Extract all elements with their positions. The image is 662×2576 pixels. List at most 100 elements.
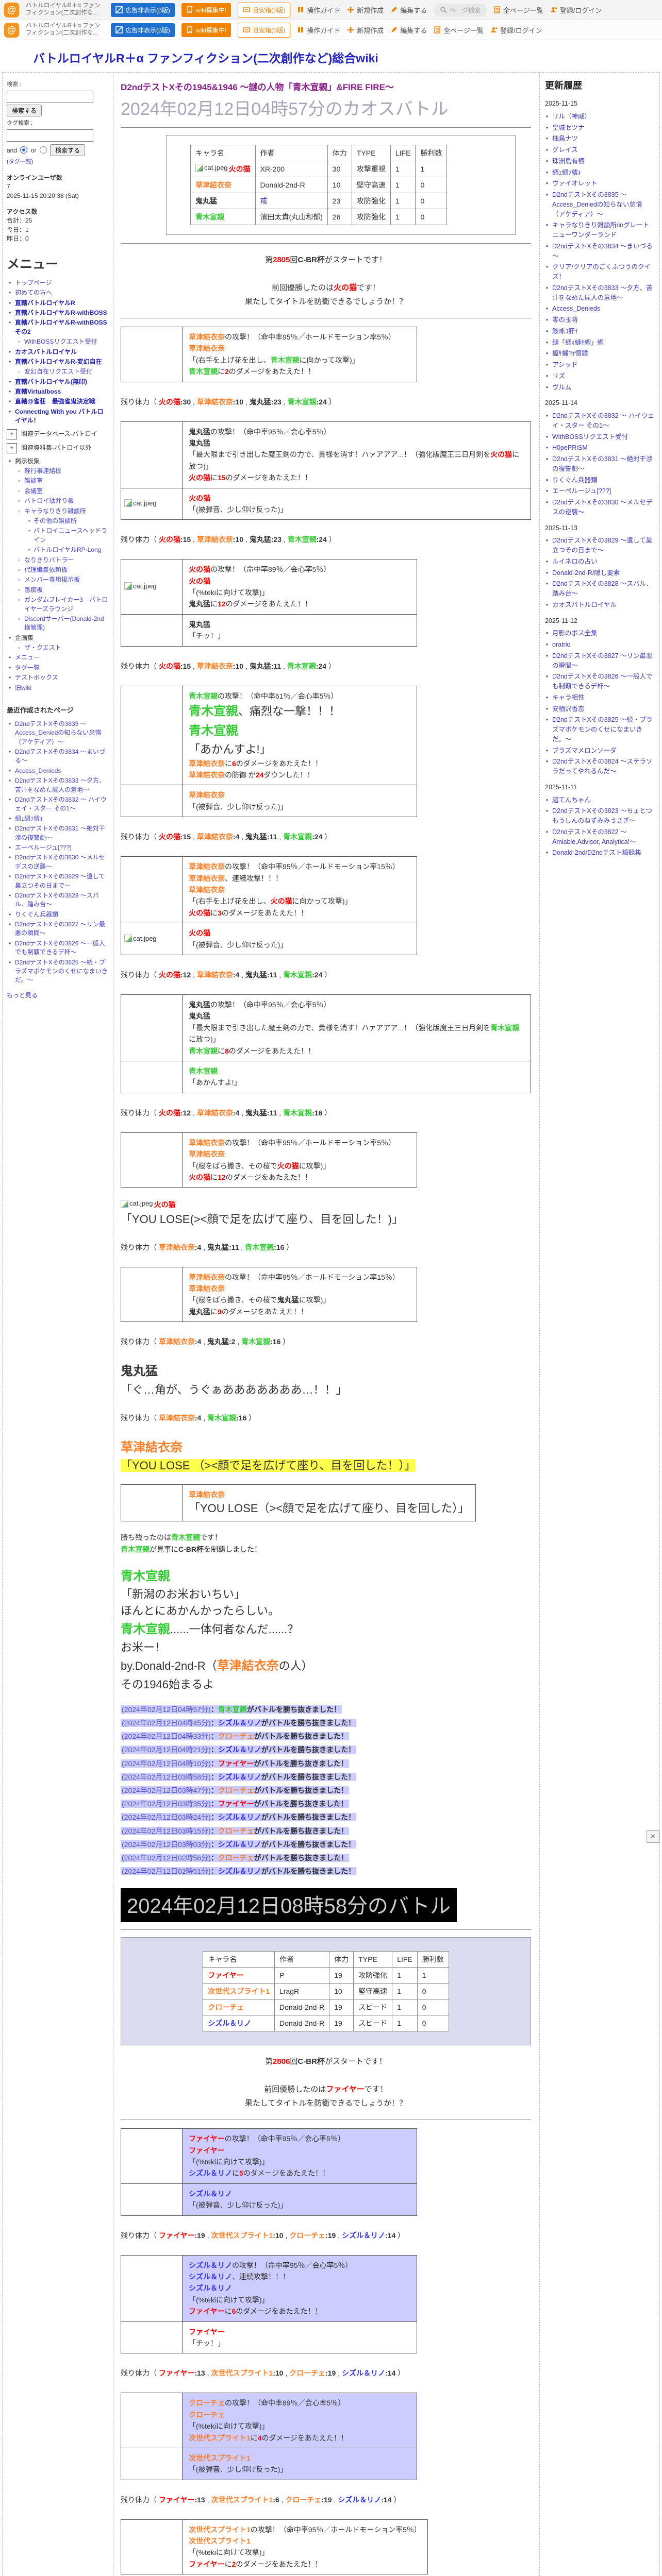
sidebar-menu-item[interactable]: Discordサーバー(Donald-2nd様管理): [7, 615, 109, 633]
update-history-link[interactable]: 鮟咏ｺ肝ｲ: [545, 327, 654, 336]
update-history-link[interactable]: ヴルム: [545, 383, 654, 393]
update-history-link[interactable]: 零の玉将: [545, 315, 654, 325]
page-search-input[interactable]: ページ検索: [434, 3, 487, 16]
update-history-link[interactable]: カオスバトルロイヤル: [545, 600, 654, 610]
header-link-guide[interactable]: 操作ガイド: [297, 25, 340, 35]
recent-page-link[interactable]: エーペルージュ[???]: [7, 843, 109, 853]
update-history-link[interactable]: D2ndテストXその3826 ～一般人でも制覇できるデ杯～: [545, 672, 654, 691]
atwiki-logo[interactable]: @: [4, 2, 19, 18]
sidebar-menu-item[interactable]: メニュー: [7, 653, 109, 663]
update-history-link[interactable]: エーペルージュ[???]: [545, 486, 654, 496]
update-history-link[interactable]: Donald-2nd-R/隠し要素: [545, 568, 654, 578]
ad-close-button[interactable]: ✕: [647, 1830, 659, 1843]
update-history-link[interactable]: D2ndテストXその3825 ～続・プラズマポケモンのくせになまいきだ。～: [545, 715, 654, 744]
update-history-link[interactable]: 珠洲島有栖: [545, 157, 654, 166]
victory-time-link[interactable]: (2024年02月12日03時03分): [122, 1840, 211, 1849]
victory-time-link[interactable]: (2024年02月12日02時51分): [122, 1867, 211, 1875]
hide-ads-button[interactable]: 広告非表示(β版): [111, 23, 175, 37]
update-history-link[interactable]: H0pePRiSM: [545, 443, 654, 453]
update-history-link[interactable]: キャラ相性: [545, 693, 654, 703]
recent-page-link[interactable]: D2ndテストXその3833 ～夕方、苦汁をなめた屍人の意地～: [7, 776, 109, 794]
tag-search-button[interactable]: 検索する: [50, 144, 86, 156]
header-link-edit[interactable]: 編集する: [390, 5, 427, 15]
sidebar-menu-item[interactable]: バトロイニュースヘッドライン: [7, 527, 109, 545]
wiki-recruit-button[interactable]: wiki募集中!: [181, 23, 231, 37]
tag-search-input[interactable]: [7, 129, 93, 142]
update-history-link[interactable]: ヴァイオレット: [545, 179, 654, 189]
recent-page-link[interactable]: りくぐん兵器類: [7, 910, 109, 920]
recent-page-link[interactable]: D2ndテストXその3835 ～Access_Deniedの知らない怠惰（アケデ…: [7, 720, 109, 747]
update-history-link[interactable]: D2ndテストXその3833 ～夕方、苦汁をなめた屍人の意地～: [545, 283, 654, 303]
wiki-name-truncated[interactable]: バトルロイヤルR＋α ファン フィクション(二次創作な...: [26, 3, 104, 17]
header-link-new-page[interactable]: 新規作成: [347, 25, 384, 35]
sidebar-menu-item[interactable]: 直轄バトルロイヤルR-withBOSSその2: [7, 318, 109, 336]
sidebar-menu-item[interactable]: 初めての方へ: [7, 289, 109, 298]
see-more-link[interactable]: もっと見る: [7, 991, 38, 1000]
sidebar-menu-item[interactable]: その他の雑談所: [7, 517, 109, 526]
sidebar-menu-item[interactable]: 直轄バトルロイヤルR-変幻自在: [7, 358, 109, 367]
victory-time-link[interactable]: (2024年02月12日03時24分): [122, 1813, 211, 1821]
sidebar-menu-item[interactable]: 変幻自在リクエスト受付: [7, 367, 109, 377]
update-history-link[interactable]: リル（神威）: [545, 112, 654, 122]
update-history-link[interactable]: りくぐん兵器類: [545, 476, 654, 485]
recent-page-link[interactable]: 綢ｪ綢ｿ繧ｫ: [7, 815, 109, 824]
update-history-link[interactable]: WithBOSSリクエスト受付: [545, 432, 654, 442]
sidebar-menu-item[interactable]: 直轄バトルロイヤルR-withBOSS: [7, 309, 109, 318]
victory-time-link[interactable]: (2024年02月12日03時47分): [122, 1786, 211, 1794]
victory-time-link[interactable]: (2024年02月12日04時21分): [122, 1745, 211, 1754]
header-link-new-page[interactable]: 新規作成: [347, 5, 384, 15]
update-history-link[interactable]: D2ndテストXその3824 ～ステラソラだってやれるんだ～: [545, 757, 654, 776]
sidebar-menu-item[interactable]: 会議室: [7, 487, 109, 496]
update-history-link[interactable]: oratrio: [545, 640, 654, 650]
recent-page-link[interactable]: D2ndテストXその3831 ～絶対干渉の復讐劇～: [7, 824, 109, 842]
update-history-link[interactable]: 安栖沢香恋: [545, 704, 654, 714]
update-history-link[interactable]: キャラなりきり雑談所/inグレートニューワンダーランド: [545, 221, 654, 240]
recent-page-link[interactable]: D2ndテストXその3829 ～遺して巣立つその日まで～: [7, 872, 109, 890]
update-history-link[interactable]: 縺「綢ｫ縺ｷ綢」綢: [545, 338, 654, 348]
sidebar-menu-item[interactable]: なりきりバトラー: [7, 556, 109, 565]
atwiki-logo[interactable]: @: [4, 22, 19, 38]
sidebar-menu-item[interactable]: ザ・クエスト: [7, 643, 109, 653]
victory-time-link[interactable]: (2024年02月12日04時33分): [122, 1732, 211, 1740]
update-history-link[interactable]: グレイス: [545, 145, 654, 155]
sidebar-menu-item[interactable]: 雑談室: [7, 477, 109, 486]
update-history-link[interactable]: クリア/クリアのごくふつうのクイズ！: [545, 262, 654, 282]
sidebar-menu-item[interactable]: Connecting With you バトルロイヤル！: [7, 408, 109, 426]
update-history-link[interactable]: D2ndテストXその3831 ～絶対干渉の復讐劇～: [545, 454, 654, 474]
sidebar-menu-item[interactable]: テストボックス: [7, 673, 109, 683]
sidebar-menu-item[interactable]: バトロイ駄弁り板: [7, 497, 109, 506]
sidebar-menu-item[interactable]: WithBOSSリクエスト受付: [7, 337, 109, 347]
update-history-link[interactable]: 皇城セツナ: [545, 123, 654, 133]
victory-time-link[interactable]: (2024年02月12日04時10分): [122, 1759, 211, 1768]
victory-time-link[interactable]: (2024年02月12日02時56分): [122, 1854, 211, 1862]
recent-page-link[interactable]: D2ndテストXその3830 ～メルセデスの逆襲～: [7, 853, 109, 871]
sidebar-menu-item[interactable]: 直轄@雀荘 最強雀鬼決定戦: [7, 397, 109, 406]
update-history-link[interactable]: D2ndテストXその3828 ～スバル、踏み台～: [545, 579, 654, 599]
expand-plus-icon[interactable]: +: [7, 429, 17, 439]
update-history-link[interactable]: D2ndテストXその3829 ～遺して巣立つその日まで～: [545, 536, 654, 555]
hide-ads-button[interactable]: 広告非表示(β版): [111, 3, 175, 17]
search-input[interactable]: [7, 90, 93, 103]
victory-time-link[interactable]: (2024年02月12日04時45分): [122, 1719, 211, 1727]
update-history-link[interactable]: 月影のボス全集: [545, 629, 654, 638]
author-cell[interactable]: 戒: [255, 193, 328, 209]
update-history-link[interactable]: D2ndテストXその3827 ～リン最悪の瞬間～: [545, 651, 654, 671]
wiki-recruit-button[interactable]: wiki募集中!: [181, 3, 231, 17]
sidebar-menu-item[interactable]: 直轄Virtualboss: [7, 387, 109, 397]
sidebar-menu-item[interactable]: バトルロイヤルRP-Long: [7, 546, 109, 554]
header-link-edit[interactable]: 編集する: [390, 25, 427, 35]
victory-time-link[interactable]: (2024年02月12日04時57分): [122, 1705, 211, 1714]
update-history-link[interactable]: D2ndテストXその3835 ～Access_Deniedの知らない怠惰（アケデ…: [545, 190, 654, 219]
sidebar-menu-item[interactable]: 直轄バトルロイヤル(無印): [7, 378, 109, 387]
recent-page-link[interactable]: D2ndテストXその3827 ～リン最悪の瞬間～: [7, 920, 109, 938]
update-history-link[interactable]: リズ: [545, 371, 654, 381]
suggestion-box-button[interactable]: 目安箱(β版): [238, 2, 291, 18]
wiki-name-truncated[interactable]: バトルロイヤルR＋α ファン フィクション(二次創作な...: [26, 23, 104, 37]
recent-page-link[interactable]: D2ndテストXその3828 ～スバル、踏み台～: [7, 891, 109, 909]
header-link-guide[interactable]: 操作ガイド: [297, 5, 340, 15]
update-history-link[interactable]: D2ndテストXその3830 ～メルセデスの逆襲～: [545, 498, 654, 517]
update-history-link[interactable]: 綢ｪ綢ｿ繧ｫ: [545, 168, 654, 178]
header-link-login[interactable]: 登録/ログイン: [550, 5, 602, 15]
page-title[interactable]: バトルロイヤルR＋α ファンフィクション(二次創作など)総合wiki: [0, 40, 662, 72]
update-history-link[interactable]: D2ndテストXその3823 ～ちょとつもうしんのねずみみうさぎ～: [545, 806, 654, 826]
